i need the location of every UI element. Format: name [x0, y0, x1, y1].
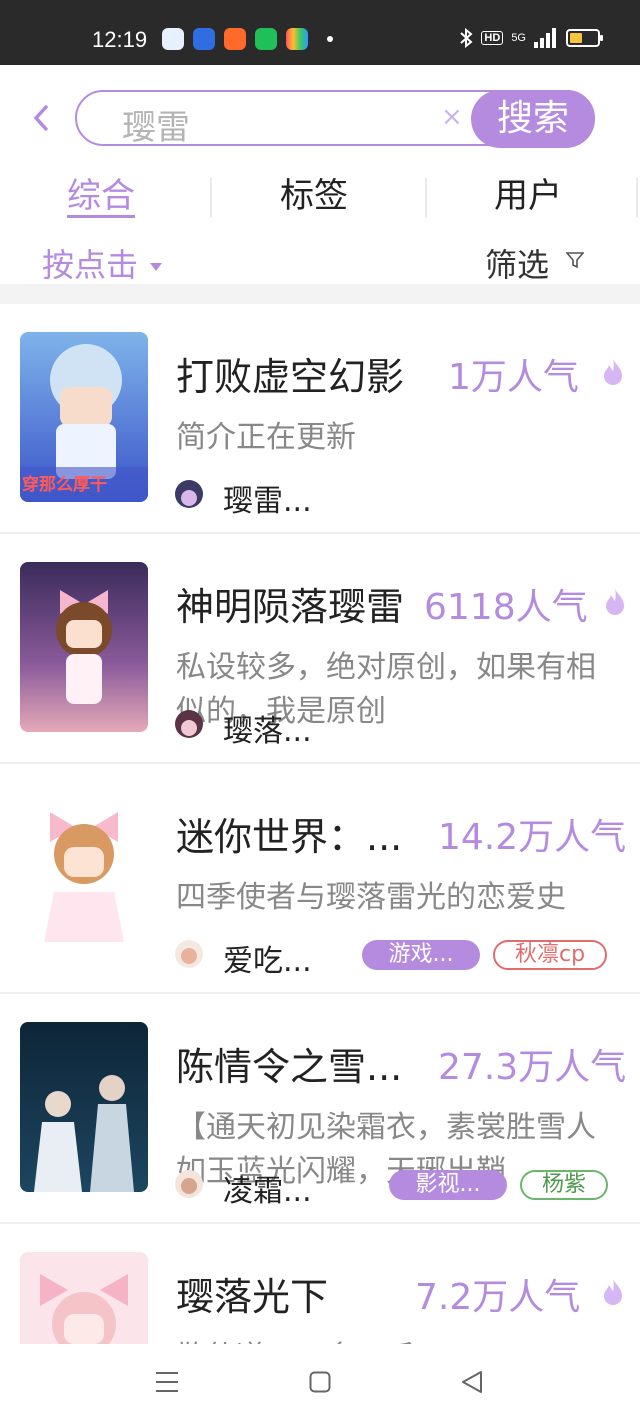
- more-notifications-dot: [327, 36, 333, 42]
- notification-icons: [162, 28, 333, 50]
- tag-chip[interactable]: 影视...: [389, 1170, 507, 1200]
- app-icon: [255, 28, 277, 50]
- app-icon: [162, 28, 184, 50]
- cover-caption: 穿那么厚干: [22, 475, 107, 495]
- bluetooth-icon: [460, 28, 473, 48]
- item-title: 陈情令之雪...: [176, 1045, 403, 1089]
- filter-button[interactable]: 筛选: [485, 240, 549, 286]
- fire-icon: [606, 589, 624, 615]
- author-name: 爱吃...: [223, 944, 312, 979]
- clear-icon[interactable]: ×: [441, 102, 463, 132]
- tab-users[interactable]: 用户: [494, 168, 562, 217]
- item-title: 璎落光下: [176, 1275, 329, 1319]
- network-type: 5G: [511, 32, 526, 44]
- avatar: [175, 1170, 203, 1198]
- avatar: [175, 940, 203, 968]
- back-arrow-icon[interactable]: [28, 103, 58, 133]
- status-time: 12:19: [92, 27, 148, 52]
- popularity-count: 1万人气: [448, 357, 579, 398]
- item-description: 散仙道，一多三千: [176, 1336, 616, 1344]
- item-title: 迷你世界：...: [176, 815, 403, 859]
- hd-icon: HD: [481, 31, 504, 45]
- battery-icon: [566, 29, 603, 47]
- list-item[interactable]: 陈情令之雪... 27.3万人气 【通天初见染霜衣，素裳胜雪人如玉蓝光闪耀，天琊…: [0, 994, 640, 1224]
- app-icon: [224, 28, 246, 50]
- search-button[interactable]: 搜索: [471, 90, 595, 148]
- result-list: 穿那么厚干 打败虚空幻影 1万人气 简介正在更新 璎雷... 神明陨落璎雷 61…: [0, 304, 640, 1344]
- author-name: 凌霜...: [223, 1174, 312, 1209]
- cover-image: [20, 792, 148, 962]
- tab-tags[interactable]: 标签: [280, 168, 348, 217]
- avatar: [175, 480, 203, 508]
- popularity-count: 7.2万人气: [415, 1277, 581, 1318]
- list-item[interactable]: 穿那么厚干 打败虚空幻影 1万人气 简介正在更新 璎雷...: [0, 304, 640, 534]
- system-nav-bar: [0, 1344, 640, 1422]
- tag-chip[interactable]: 杨紫: [520, 1170, 608, 1200]
- tag-chip[interactable]: 秋凛cp: [493, 940, 607, 970]
- app-icon: [286, 28, 308, 50]
- fire-icon: [604, 359, 622, 385]
- cover-image: [20, 1252, 148, 1344]
- popularity-count: 6118人气: [424, 587, 588, 628]
- list-item[interactable]: 璎落光下 7.2万人气 散仙道，一多三千: [0, 1224, 640, 1344]
- list-item[interactable]: 迷你世界：... 14.2万人气 四季使者与璎落雷光的恋爱史 爱吃... 游戏.…: [0, 764, 640, 994]
- app-icon: [193, 28, 215, 50]
- author-name: 璎雷...: [223, 484, 312, 519]
- tab-divider: [425, 178, 427, 218]
- item-title: 打败虚空幻影: [176, 355, 405, 399]
- signal-icon: [534, 28, 556, 48]
- avatar: [175, 710, 203, 738]
- fire-icon: [604, 1279, 622, 1305]
- menu-icon[interactable]: [155, 1371, 179, 1393]
- caret-down-icon: [150, 263, 163, 271]
- tag-chip[interactable]: 游戏...: [362, 940, 480, 970]
- author-name: 璎落...: [223, 714, 312, 749]
- tab-divider: [210, 178, 212, 218]
- item-description: 简介正在更新: [176, 420, 356, 455]
- filter-icon[interactable]: [566, 251, 584, 269]
- search-field[interactable]: 璎雷 × 搜索: [75, 90, 595, 149]
- sort-dropdown[interactable]: 按点击: [42, 240, 163, 286]
- sort-label: 按点击: [42, 246, 139, 284]
- item-description: 四季使者与璎落雷光的恋爱史: [176, 880, 566, 915]
- section-gap: [0, 284, 640, 304]
- search-input[interactable]: 璎雷: [122, 100, 190, 149]
- status-right: HD 5G: [459, 28, 603, 48]
- cover-image: [20, 562, 148, 732]
- item-title: 神明陨落璎雷: [176, 585, 405, 629]
- search-header: 璎雷 × 搜索 综合 标签 用户 按点击 筛选: [0, 65, 640, 295]
- back-icon[interactable]: [461, 1370, 483, 1394]
- popularity-count: 27.3万人气: [438, 1047, 627, 1088]
- result-tabs: 综合 标签 用户: [0, 168, 640, 228]
- tab-comprehensive[interactable]: 综合: [67, 168, 135, 217]
- home-icon[interactable]: [309, 1371, 331, 1393]
- cover-image: [20, 1022, 148, 1192]
- tab-divider: [636, 178, 638, 218]
- list-item[interactable]: 神明陨落璎雷 6118人气 私设较多，绝对原创，如果有相似的，我是原创 璎落..…: [0, 534, 640, 764]
- status-bar: 12:19 HD 5G: [0, 0, 640, 65]
- popularity-count: 14.2万人气: [438, 817, 627, 858]
- cover-image: 穿那么厚干: [20, 332, 148, 502]
